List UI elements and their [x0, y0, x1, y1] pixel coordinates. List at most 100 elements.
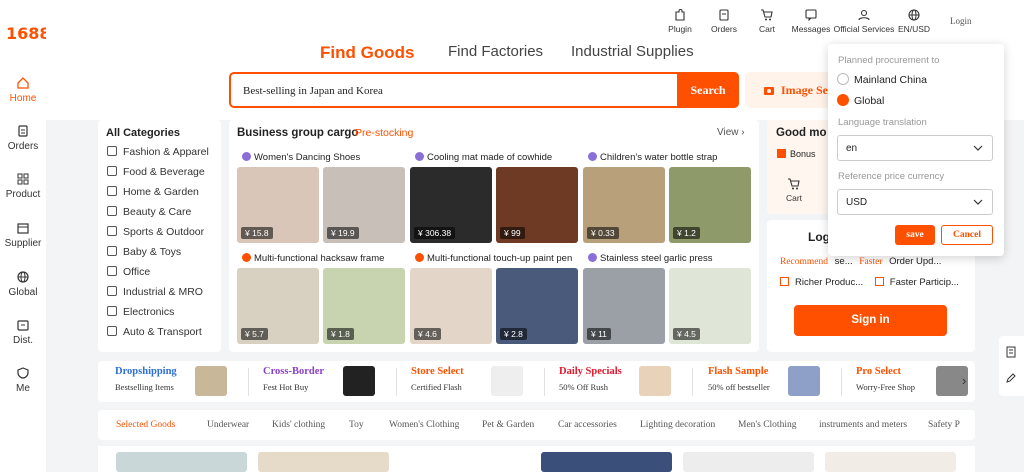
currency-select[interactable]: USD: [837, 189, 993, 215]
goods-tab[interactable]: Selected Goods: [116, 420, 175, 430]
sidebar-item-orders[interactable]: Orders: [0, 124, 46, 152]
image-search-button[interactable]: Image Se: [745, 72, 835, 108]
category-item[interactable]: Baby & Toys: [107, 246, 181, 258]
goods-tab[interactable]: Lighting decoration: [640, 420, 715, 430]
goods-thumb[interactable]: [683, 452, 814, 472]
sidebar-item-product[interactable]: Product: [0, 172, 46, 200]
topnav-messages[interactable]: Messages: [791, 8, 831, 34]
site-logo[interactable]: 1688: [6, 24, 51, 43]
store-icon: [17, 223, 29, 234]
goods-tab[interactable]: Safety P: [928, 420, 960, 430]
tab-find-factories[interactable]: Find Factories: [448, 43, 543, 60]
product-thumb[interactable]: ¥ 4.6: [410, 268, 492, 344]
goods-tab[interactable]: Women's Clothing: [389, 420, 459, 430]
category-item[interactable]: Auto & Transport: [107, 326, 202, 338]
badge-icon: [242, 152, 251, 161]
promo-item[interactable]: Daily Specials 50% Off Rush: [559, 366, 622, 392]
goods-tab[interactable]: Underwear: [207, 420, 249, 430]
category-item[interactable]: Fashion & Apparel: [107, 146, 209, 158]
recommend-row: Recommend se... Faster Order Upd...: [780, 256, 941, 267]
category-icon: [107, 266, 117, 276]
promo-title: Flash Sample: [708, 366, 769, 377]
sidebar-item-home[interactable]: Home: [0, 76, 46, 104]
group-title[interactable]: Women's Dancing Shoes: [242, 152, 360, 163]
sidebar-item-label: Orders: [7, 141, 39, 152]
category-item[interactable]: Industrial & MRO: [107, 286, 203, 298]
product-thumb[interactable]: ¥ 5.7: [237, 268, 319, 344]
search-button[interactable]: Search: [677, 72, 739, 108]
language-select[interactable]: en: [837, 135, 993, 161]
promo-item[interactable]: Dropshipping Bestselling Items: [115, 366, 177, 392]
topnav-orders[interactable]: Orders: [708, 8, 740, 34]
topnav-plugin[interactable]: Plugin: [664, 8, 696, 34]
goods-tab[interactable]: Car accessories: [558, 420, 617, 430]
promo-item[interactable]: Flash Sample 50% off bestseller: [708, 366, 770, 392]
sidebar-item-dist[interactable]: Dist.: [0, 318, 46, 346]
goods-tab[interactable]: Kids' clothing: [272, 420, 325, 430]
product-thumb[interactable]: ¥ 15.8: [237, 167, 319, 243]
product-thumb[interactable]: ¥ 306.38: [410, 167, 492, 243]
tab-find-goods[interactable]: Find Goods: [320, 43, 414, 63]
product-thumb[interactable]: ¥ 0.33: [583, 167, 665, 243]
promo-item[interactable]: Store Select Certified Flash: [411, 366, 464, 392]
language-value: en: [846, 143, 858, 154]
sidebar-item-label: Me: [16, 383, 30, 394]
topnav-language-currency[interactable]: EN/USD: [897, 8, 931, 34]
clipboard-icon: [18, 125, 28, 137]
product-thumb[interactable]: ¥ 99: [496, 167, 578, 243]
faster-label: Faster: [859, 257, 883, 267]
group-title[interactable]: Multi-functional hacksaw frame: [242, 253, 384, 264]
category-item[interactable]: Electronics: [107, 306, 174, 318]
group-title[interactable]: Children's water bottle strap: [588, 152, 717, 163]
category-label: Electronics: [123, 306, 175, 318]
sidebar-item-global[interactable]: Global: [0, 270, 46, 298]
goods-thumb[interactable]: [258, 452, 389, 472]
category-item[interactable]: Office: [107, 266, 150, 278]
radio-mainland-china[interactable]: Mainland China: [837, 73, 927, 86]
view-link[interactable]: View ›: [717, 127, 745, 138]
product-thumb[interactable]: ¥ 19.9: [323, 167, 405, 243]
goods-thumb[interactable]: [825, 452, 956, 472]
group-title[interactable]: Cooling mat made of cowhide: [415, 152, 552, 163]
search-input[interactable]: Best-selling in Japan and Korea: [243, 85, 383, 97]
bonus-item[interactable]: Bonus: [777, 149, 816, 159]
right-cart[interactable]: Cart: [783, 177, 805, 203]
goods-tab[interactable]: Men's Clothing: [738, 420, 796, 430]
product-thumb[interactable]: ¥ 2.8: [496, 268, 578, 344]
goods-thumb[interactable]: [116, 452, 247, 472]
goods-tab[interactable]: Toy: [349, 420, 364, 430]
group-title[interactable]: Multi-functional touch-up paint pen: [415, 253, 572, 264]
topnav-official-services[interactable]: Official Services: [833, 8, 895, 34]
sidebar-item-supplier[interactable]: Supplier: [0, 221, 46, 249]
product-thumb[interactable]: ¥ 1.2: [669, 167, 751, 243]
promo-subtitle: 50% Off Rush: [559, 382, 608, 392]
goods-tab[interactable]: Pet & Garden: [482, 420, 534, 430]
product-thumb[interactable]: ¥ 1.8: [323, 268, 405, 344]
document-icon[interactable]: [1005, 346, 1017, 358]
promo-item[interactable]: Cross-Border Fest Hot Buy: [263, 366, 324, 392]
goods-thumb[interactable]: [541, 452, 672, 472]
chevron-right-icon[interactable]: ›: [962, 373, 966, 388]
save-button[interactable]: save: [895, 225, 935, 245]
topnav-login[interactable]: Login: [950, 16, 972, 26]
product-thumb[interactable]: ¥ 11: [583, 268, 665, 344]
tab-industrial-supplies[interactable]: Industrial Supplies: [571, 43, 694, 60]
group-title[interactable]: Stainless steel garlic press: [588, 253, 712, 264]
badge-icon: [588, 253, 597, 262]
category-item[interactable]: Beauty & Care: [107, 206, 191, 218]
group-title-label: Cooling mat made of cowhide: [427, 152, 553, 163]
edit-icon[interactable]: [1005, 372, 1017, 384]
category-item[interactable]: Home & Garden: [107, 186, 199, 198]
product-thumb[interactable]: ¥ 4.5: [669, 268, 751, 344]
cancel-button[interactable]: Cancel: [941, 225, 993, 245]
radio-global[interactable]: Global: [837, 94, 884, 107]
goods-tab[interactable]: instruments and meters: [819, 420, 907, 430]
sidebar-item-me[interactable]: Me: [0, 366, 46, 394]
chevron-right-icon: ›: [741, 127, 745, 138]
category-item[interactable]: Sports & Outdoor: [107, 226, 204, 238]
category-item[interactable]: Food & Beverage: [107, 166, 205, 178]
topnav-cart[interactable]: Cart: [752, 8, 782, 34]
promo-item[interactable]: Pro Select Worry-Free Shop: [856, 366, 915, 392]
cart-icon: [761, 9, 773, 21]
sign-in-button[interactable]: Sign in: [794, 305, 947, 336]
